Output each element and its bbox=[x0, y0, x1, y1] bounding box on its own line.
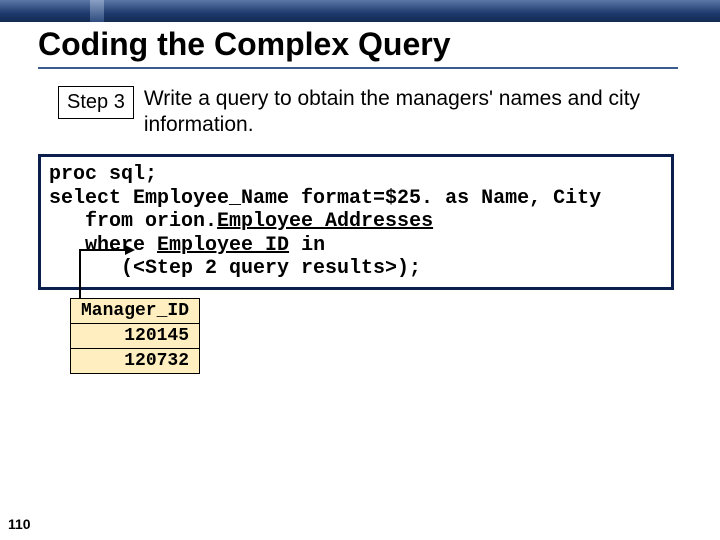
code-line-4c: in bbox=[289, 234, 325, 257]
code-line-3b: Employee_Addresses bbox=[217, 210, 433, 233]
code-line-4b: Employee_ID bbox=[157, 234, 289, 257]
slide: Coding the Complex Query Step 3 Write a … bbox=[0, 0, 720, 540]
table-row: 120732 bbox=[71, 349, 199, 373]
result-table: Manager_ID 120145 120732 bbox=[70, 298, 200, 374]
page-number: 110 bbox=[8, 516, 31, 532]
step-badge: Step 3 bbox=[58, 86, 134, 119]
step-description: Write a query to obtain the managers' na… bbox=[144, 86, 658, 139]
slide-title: Coding the Complex Query bbox=[38, 26, 678, 69]
code-line-2: select Employee_Name format=$25. as Name… bbox=[49, 187, 601, 210]
code-line-1: proc sql; bbox=[49, 163, 157, 186]
table-header: Manager_ID bbox=[71, 299, 199, 324]
header-bar bbox=[0, 0, 720, 22]
step-row: Step 3 Write a query to obtain the manag… bbox=[58, 86, 658, 139]
table-row: 120145 bbox=[71, 324, 199, 349]
